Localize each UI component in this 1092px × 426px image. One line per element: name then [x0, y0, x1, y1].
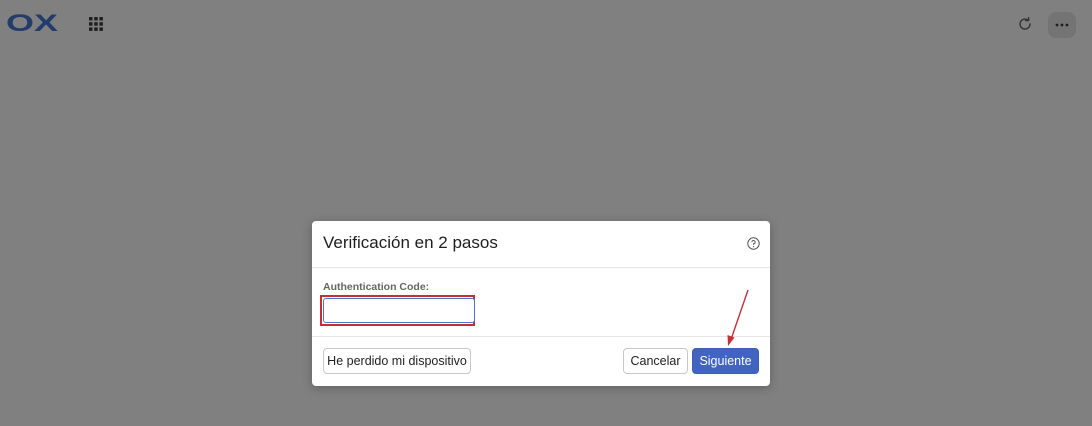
two-step-verification-dialog: Verificación en 2 pasos Authentication C… [312, 221, 770, 386]
lost-device-button[interactable]: He perdido mi dispositivo [323, 348, 471, 374]
authentication-code-input[interactable] [323, 298, 475, 323]
top-bar: OX [0, 0, 1092, 48]
footer-divider [312, 336, 770, 337]
ox-logo[interactable]: OX [6, 10, 60, 34]
authentication-code-label: Authentication Code: [323, 281, 430, 293]
refresh-icon[interactable] [1017, 16, 1033, 32]
svg-text:OX: OX [6, 10, 58, 34]
annotation-arrow [727, 289, 749, 346]
dialog-title: Verificación en 2 pasos [323, 233, 498, 252]
more-options-button[interactable] [1048, 12, 1076, 38]
question-circle-icon[interactable] [747, 237, 760, 250]
ellipsis-icon [1055, 23, 1069, 27]
grid-icon[interactable] [89, 17, 103, 31]
cancel-button[interactable]: Cancelar [623, 348, 688, 374]
header-divider [312, 267, 770, 268]
